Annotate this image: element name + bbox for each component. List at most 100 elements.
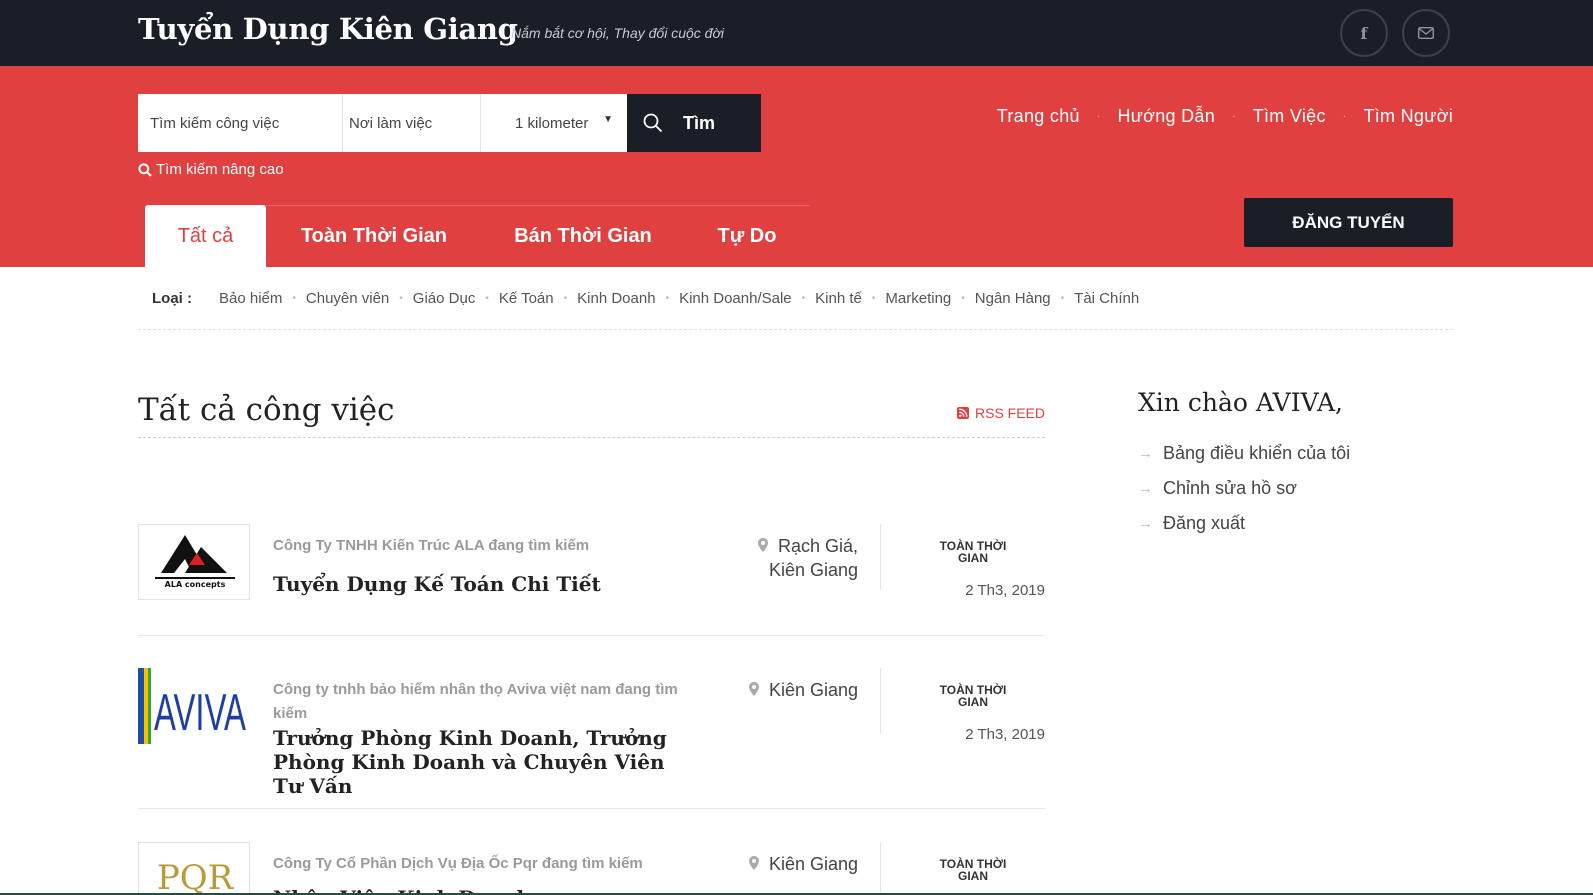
job-type-badge: TOÀN THỜI GIAN [939, 857, 1007, 883]
category-item[interactable]: Kinh tế [815, 290, 862, 307]
nav-item-guide[interactable]: Hướng Dẫn [1117, 106, 1215, 127]
nav-separator: · [1342, 111, 1347, 122]
category-separator: • [801, 292, 806, 304]
divider [880, 668, 881, 734]
job-title[interactable]: Trưởng Phòng Kinh Doanh, Trưởng Phòng Ki… [273, 726, 693, 798]
advanced-search-label: Tìm kiếm nâng cao [156, 161, 284, 178]
company-name: Công ty tnhh bảo hiểm nhân thọ Aviva việ… [273, 681, 678, 722]
category-item[interactable]: Kinh Doanh/Sale [679, 290, 792, 307]
location-line: Kiên Giang [768, 560, 858, 580]
company-logo[interactable]: PQR [138, 842, 250, 895]
job-listing[interactable]: ALA concepts Công Ty TNHH Kiến Trúc ALA … [138, 524, 1045, 614]
category-filter: Loại : Bảo hiểm • Chuyên viên • Giáo Dục • … [138, 267, 1453, 330]
post-job-button[interactable]: ĐĂNG TUYỂN [1244, 198, 1453, 247]
distance-select[interactable]: 1 kilometer ▼ [481, 94, 627, 152]
tab-full-time[interactable]: Toàn Thời Gian [266, 205, 482, 267]
arrow-right-icon: → [1138, 480, 1153, 497]
location-line: Rạch Giá, [777, 536, 858, 556]
divider [880, 842, 881, 895]
category-separator: • [399, 292, 403, 304]
nav-item-find-people[interactable]: Tìm Người [1363, 106, 1453, 127]
category-item[interactable]: Marketing [885, 290, 951, 307]
sidebar-item-edit-profile[interactable]: → Chỉnh sửa hồ sơ [1138, 471, 1350, 506]
hero-band: Tìm kiếm công việc Nơi làm việc 1 kilome… [0, 66, 1593, 267]
facebook-icon[interactable]: f [1340, 9, 1388, 57]
company-logo[interactable]: ALA concepts [138, 524, 250, 600]
section-title: Tất cả công việc [138, 392, 395, 428]
category-separator: • [292, 292, 296, 304]
nav-separator: · [1096, 111, 1101, 122]
site-tagline: Nắm bắt cơ hội, Thay đổi cuộc đời [511, 25, 725, 41]
chevron-down-icon: ▼ [603, 114, 613, 125]
job-type-tabs: Tất cả Toàn Thời Gian Bán Thời Gian Tự D… [145, 205, 810, 267]
job-type-badge: TOÀN THỜI GIAN [939, 539, 1007, 565]
sidebar-item-label: Đăng xuất [1163, 513, 1246, 533]
category-separator: • [961, 292, 965, 304]
svg-text:AVIVA: AVIVA [154, 684, 246, 742]
tab-freelance[interactable]: Tự Do [684, 205, 810, 267]
nav-item-home[interactable]: Trang chủ [997, 106, 1080, 127]
divider [138, 437, 1045, 438]
job-type-badge: TOÀN THỜI GIAN [939, 683, 1007, 709]
category-item[interactable]: Kế Toán [499, 290, 554, 307]
svg-text:ALA concepts: ALA concepts [165, 580, 226, 589]
category-item[interactable]: Tài Chính [1074, 290, 1139, 307]
company-name: Công Ty Cổ Phần Dịch Vụ Địa Ốc Pqr đang … [273, 855, 643, 872]
category-item[interactable]: Chuyên viên [306, 290, 389, 307]
company-name: Công Ty TNHH Kiến Trúc ALA đang tìm kiếm [273, 537, 590, 554]
sidebar-item-dashboard[interactable]: → Bảng điều khiển của tôi [1138, 436, 1350, 471]
category-label: Loại : [152, 289, 192, 307]
job-listing[interactable]: AVIVA Công ty tnhh bảo hiểm nhân thọ Avi… [138, 668, 1045, 798]
search-icon [643, 113, 663, 133]
location-line: Kiên Giang [768, 680, 858, 700]
category-separator: • [871, 292, 876, 304]
map-marker-icon [757, 534, 768, 558]
location-line: Kiên Giang [768, 854, 858, 874]
divider [138, 635, 1045, 636]
job-listing[interactable]: PQR Công Ty Cổ Phần Dịch Vụ Địa Ốc Pqr đ… [138, 842, 1045, 895]
account-links: → Bảng điều khiển của tôi → Chỉnh sửa hồ s… [1138, 436, 1350, 541]
arrow-right-icon: → [1138, 515, 1153, 532]
category-item[interactable]: Kinh Doanh [577, 290, 655, 307]
envelope-icon[interactable] [1402, 9, 1450, 57]
sidebar-item-label: Bảng điều khiển của tôi [1163, 443, 1351, 463]
job-location: Rạch Giá, Kiên Giang [757, 534, 858, 582]
category-separator: • [485, 292, 489, 304]
sidebar-item-logout[interactable]: → Đăng xuất [1138, 506, 1350, 541]
svg-text:PQR: PQR [157, 858, 235, 895]
map-marker-icon [748, 852, 759, 876]
category-separator: • [665, 292, 670, 304]
location-input[interactable]: Nơi làm việc [343, 94, 481, 152]
category-separator: • [1060, 292, 1065, 304]
arrow-right-icon: → [1138, 445, 1153, 462]
nav-item-find-jobs[interactable]: Tìm Việc [1253, 106, 1326, 127]
company-logo[interactable]: AVIVA [138, 668, 250, 744]
main-nav: Trang chủ · Hướng Dẫn · Tìm Việc · Tìm N… [997, 106, 1453, 127]
map-marker-icon [748, 678, 759, 702]
tab-all[interactable]: Tất cả [145, 205, 266, 267]
divider [138, 808, 1045, 809]
job-title[interactable]: Tuyển Dụng Kế Toán Chi Tiết [273, 572, 693, 596]
site-brand[interactable]: Tuyển Dụng Kiên Giang [138, 12, 518, 46]
top-bar: Tuyển Dụng Kiên Giang Nắm bắt cơ hội, Th… [0, 0, 1593, 66]
rss-label: RSS FEED [975, 405, 1046, 421]
category-separator: • [563, 292, 568, 304]
job-date: 2 Th3, 2019 [965, 726, 1045, 743]
search-button[interactable]: Tìm [627, 94, 761, 152]
sidebar-greeting: Xin chào AVIVA, [1138, 388, 1343, 417]
search-icon [138, 162, 152, 177]
category-item[interactable]: Ngân Hàng [975, 290, 1051, 307]
job-location: Kiên Giang [748, 852, 858, 876]
nav-separator: · [1232, 111, 1236, 122]
advanced-search-link[interactable]: Tìm kiếm nâng cao [138, 161, 284, 178]
keyword-search-input[interactable]: Tìm kiếm công việc [138, 94, 343, 152]
sidebar-item-label: Chỉnh sửa hồ sơ [1163, 478, 1297, 498]
search-button-label: Tìm [683, 112, 716, 133]
category-item[interactable]: Bảo hiểm [219, 290, 282, 307]
rss-icon [957, 407, 969, 419]
rss-feed-link[interactable]: RSS FEED [957, 405, 1045, 421]
job-location: Kiên Giang [748, 678, 858, 702]
tab-part-time[interactable]: Bán Thời Gian [482, 205, 684, 267]
distance-value: 1 kilometer [515, 114, 589, 132]
category-item[interactable]: Giáo Dục [413, 290, 476, 307]
